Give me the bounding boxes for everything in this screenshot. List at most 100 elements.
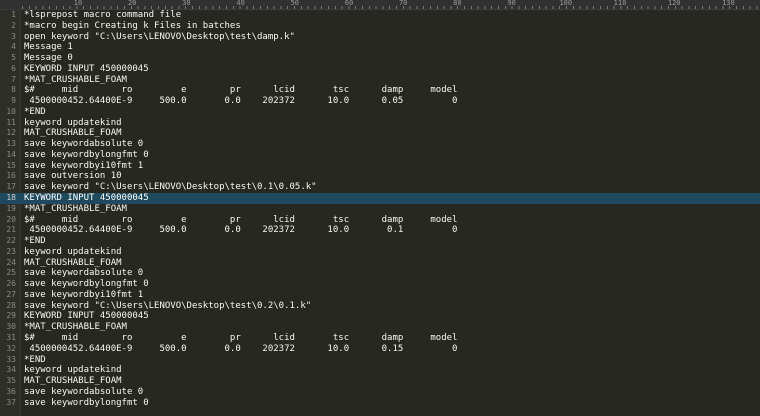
line-text[interactable]: save keyword "C:\Users\LENOVO\Desktop\te…: [24, 301, 311, 312]
line-number: 32: [6, 343, 16, 353]
line-text[interactable]: save keywordbylongfmt 0: [24, 279, 149, 290]
line-text[interactable]: $# mid ro e pr lcid tsc damp model: [24, 85, 457, 96]
code-line[interactable]: 4 Message 1: [0, 42, 760, 53]
code-line[interactable]: 37 save keywordbylongfmt 0: [0, 398, 760, 409]
code-line[interactable]: 23 keyword updatekind: [0, 247, 760, 258]
code-line[interactable]: 1 *lsprepost macro command file: [0, 10, 760, 21]
line-number: 2: [11, 20, 16, 30]
line-text[interactable]: save keywordbylongfmt 0: [24, 150, 149, 161]
line-text[interactable]: save outversion 10: [24, 171, 122, 182]
code-line[interactable]: 7 *MAT_CRUSHABLE_FOAM: [0, 75, 760, 86]
line-number: 5: [11, 53, 16, 63]
code-line-current[interactable]: 18 KEYWORD INPUT 450000045: [0, 193, 760, 204]
line-text[interactable]: save keyword "C:\Users\LENOVO\Desktop\te…: [24, 182, 317, 193]
code-line[interactable]: 31 $# mid ro e pr lcid tsc damp model: [0, 333, 760, 344]
line-text[interactable]: *MAT_CRUSHABLE_FOAM: [24, 204, 127, 215]
code-line[interactable]: 15 save keywordbyi10fmt 1: [0, 161, 760, 172]
line-text[interactable]: KEYWORD INPUT 450000045: [24, 193, 149, 204]
code-line[interactable]: 5 Message 0: [0, 53, 760, 64]
line-text[interactable]: save keywordbyi10fmt 1: [24, 161, 143, 172]
line-text[interactable]: *END: [24, 355, 46, 366]
code-line[interactable]: 24 MAT_CRUSHABLE_FOAM: [0, 258, 760, 269]
line-text[interactable]: MAT_CRUSHABLE_FOAM: [24, 128, 122, 139]
line-text[interactable]: save keywordbyi10fmt 1: [24, 290, 143, 301]
code-line[interactable]: 12 MAT_CRUSHABLE_FOAM: [0, 128, 760, 139]
line-number: 24: [6, 257, 16, 267]
line-text[interactable]: *macro begin Creating k Files in batches: [24, 21, 241, 32]
code-line[interactable]: 14 save keywordbylongfmt 0: [0, 150, 760, 161]
line-number: 26: [6, 279, 16, 289]
line-number: 13: [6, 139, 16, 149]
code-line[interactable]: 9 4500000452.64400E-9 500.0 0.0 202372 1…: [0, 96, 760, 107]
line-text[interactable]: *MAT_CRUSHABLE_FOAM: [24, 75, 127, 86]
line-number: 36: [6, 386, 16, 396]
code-line[interactable]: 8 $# mid ro e pr lcid tsc damp model: [0, 85, 760, 96]
line-text[interactable]: save keywordbylongfmt 0: [24, 398, 149, 409]
line-text[interactable]: keyword updatekind: [24, 247, 122, 258]
line-text[interactable]: $# mid ro e pr lcid tsc damp model: [24, 215, 457, 226]
code-line[interactable]: 20 $# mid ro e pr lcid tsc damp model: [0, 215, 760, 226]
line-number: 8: [11, 85, 16, 95]
code-lines[interactable]: 1 *lsprepost macro command file 2 *macro be…: [0, 10, 760, 408]
ruler-number: 110: [613, 0, 627, 7]
line-number: 33: [6, 354, 16, 364]
line-number: 25: [6, 268, 16, 278]
code-line[interactable]: 2 *macro begin Creating k Files in batche…: [0, 21, 760, 32]
line-text[interactable]: save keywordabsolute 0: [24, 387, 143, 398]
line-text[interactable]: keyword updatekind: [24, 365, 122, 376]
line-text[interactable]: 4500000452.64400E-9 500.0 0.0 202372 10.…: [24, 344, 457, 355]
code-line[interactable]: 11 keyword updatekind: [0, 118, 760, 129]
code-line[interactable]: 16 save outversion 10: [0, 171, 760, 182]
code-line[interactable]: 35 MAT_CRUSHABLE_FOAM: [0, 376, 760, 387]
code-line[interactable]: 6 KEYWORD INPUT 450000045: [0, 64, 760, 75]
line-number: 3: [11, 31, 16, 41]
code-line[interactable]: 32 4500000452.64400E-9 500.0 0.0 202372 …: [0, 344, 760, 355]
code-line[interactable]: 21 4500000452.64400E-9 500.0 0.0 202372 …: [0, 225, 760, 236]
code-line[interactable]: 19 *MAT_CRUSHABLE_FOAM: [0, 204, 760, 215]
code-line[interactable]: 29 KEYWORD INPUT 450000045: [0, 311, 760, 322]
line-text[interactable]: MAT_CRUSHABLE_FOAM: [24, 376, 122, 387]
ruler-number: 40: [236, 0, 245, 7]
line-text[interactable]: *END: [24, 236, 46, 247]
line-number: 10: [6, 106, 16, 116]
line-text[interactable]: MAT_CRUSHABLE_FOAM: [24, 258, 122, 269]
line-text[interactable]: save keywordabsolute 0: [24, 268, 143, 279]
code-line[interactable]: 30 *MAT_CRUSHABLE_FOAM: [0, 322, 760, 333]
ruler-number: 50: [290, 0, 300, 7]
line-text[interactable]: 4500000452.64400E-9 500.0 0.0 202372 10.…: [24, 96, 457, 107]
code-line[interactable]: 17 save keyword "C:\Users\LENOVO\Desktop\…: [0, 182, 760, 193]
code-line[interactable]: 34 keyword updatekind: [0, 365, 760, 376]
line-number: 27: [6, 289, 16, 299]
code-line[interactable]: 13 save keywordabsolute 0: [0, 139, 760, 150]
line-text[interactable]: keyword updatekind: [24, 118, 122, 129]
code-line[interactable]: 25 save keywordabsolute 0: [0, 268, 760, 279]
line-number: 20: [6, 214, 16, 224]
line-text[interactable]: open keyword "C:\Users\LENOVO\Desktop\te…: [24, 32, 295, 43]
code-line[interactable]: 10 *END: [0, 107, 760, 118]
ruler-number: 120: [667, 0, 681, 7]
text-editor[interactable]: 102030405060708090100110120130140 1*lspr…: [0, 0, 760, 416]
ruler-number: 90: [507, 0, 516, 7]
line-number: 18: [6, 193, 16, 203]
code-line[interactable]: 27 save keywordbyi10fmt 1: [0, 290, 760, 301]
line-text[interactable]: 4500000452.64400E-9 500.0 0.0 202372 10.…: [24, 225, 457, 236]
line-text[interactable]: *lsprepost macro command file: [24, 10, 181, 21]
line-text[interactable]: KEYWORD INPUT 450000045: [24, 311, 149, 322]
code-line[interactable]: 3 open keyword "C:\Users\LENOVO\Desktop\t…: [0, 32, 760, 43]
code-line[interactable]: 26 save keywordbylongfmt 0: [0, 279, 760, 290]
line-text[interactable]: $# mid ro e pr lcid tsc damp model: [24, 333, 457, 344]
ruler-number: 70: [398, 0, 408, 7]
line-text[interactable]: Message 0: [24, 53, 73, 64]
line-text[interactable]: Message 1: [24, 42, 73, 53]
code-line[interactable]: 33 *END: [0, 355, 760, 366]
line-text[interactable]: *END: [24, 107, 46, 118]
line-number: 28: [6, 300, 16, 310]
line-text[interactable]: *MAT_CRUSHABLE_FOAM: [24, 322, 127, 333]
line-text[interactable]: save keywordabsolute 0: [24, 139, 143, 150]
code-line[interactable]: 22 *END: [0, 236, 760, 247]
ruler-number: 10: [73, 0, 83, 7]
line-number: 34: [6, 365, 16, 375]
code-line[interactable]: 28 save keyword "C:\Users\LENOVO\Desktop\…: [0, 301, 760, 312]
code-line[interactable]: 36 save keywordabsolute 0: [0, 387, 760, 398]
line-text[interactable]: KEYWORD INPUT 450000045: [24, 64, 149, 75]
